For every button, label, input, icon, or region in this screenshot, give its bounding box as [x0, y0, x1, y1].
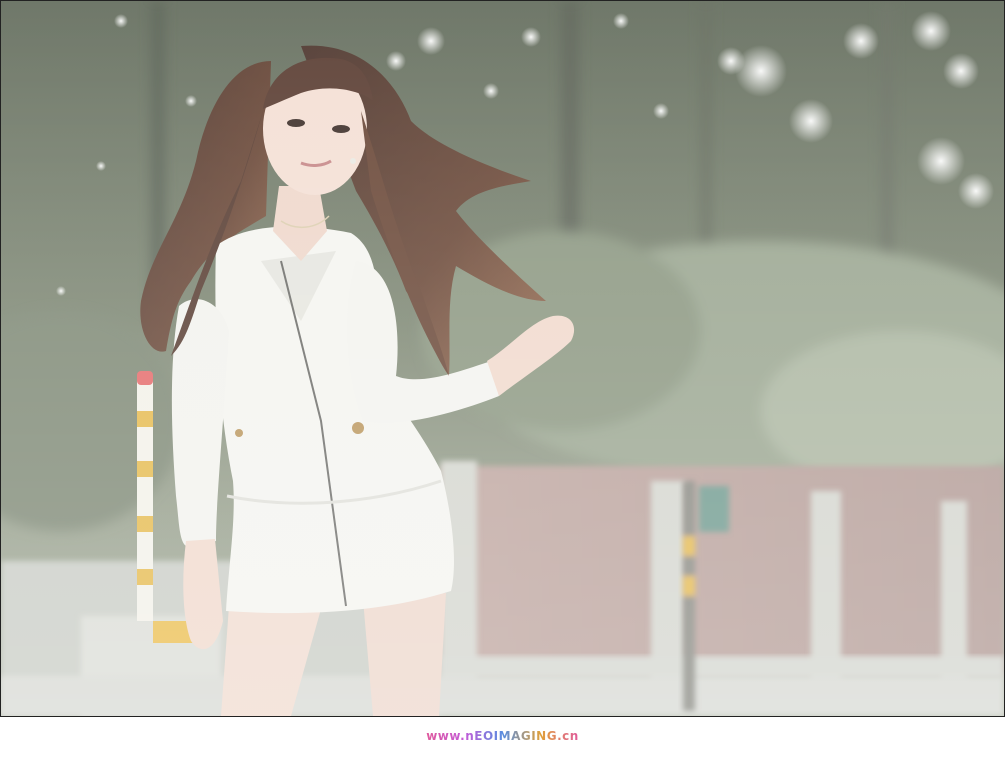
- photo-frame: [0, 0, 1005, 717]
- watermark-text: www.nEOIMAGING.cn: [426, 729, 579, 743]
- photo-image: [1, 1, 1004, 716]
- watermark-caption: www.nEOIMAGING.cn: [0, 729, 1005, 743]
- exposure-wash: [1, 1, 1004, 716]
